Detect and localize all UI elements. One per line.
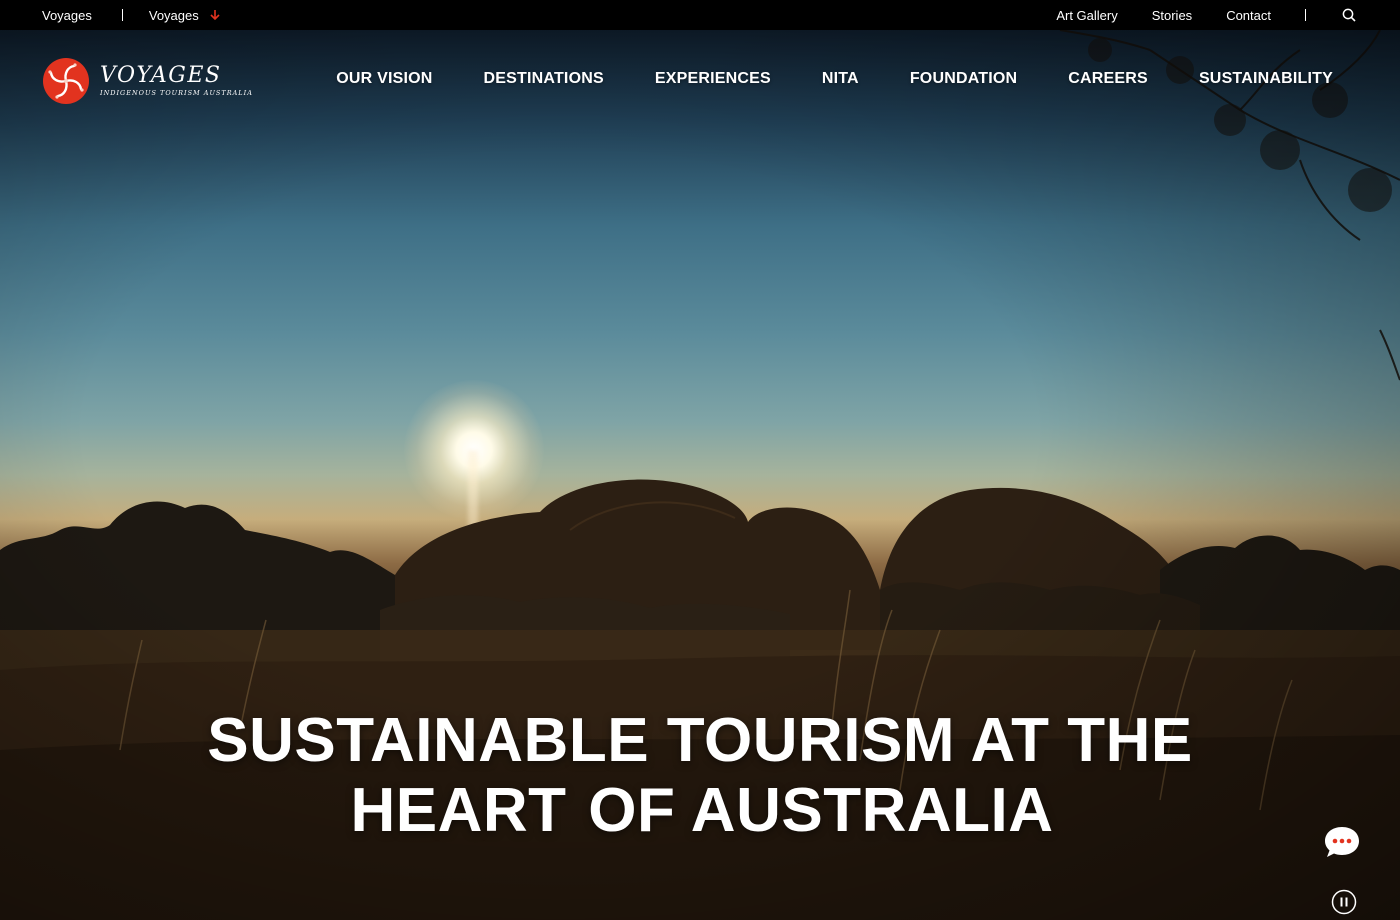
headline-line-2-rest: OF AUSTRALIA <box>588 776 1054 845</box>
headline-line-2: HEART OF AUSTRALIA <box>0 776 1400 846</box>
voyages-dropdown-label: Voyages <box>148 7 199 23</box>
brand-name: VOYAGES <box>100 63 222 88</box>
search-button[interactable] <box>1342 8 1356 22</box>
nav-nita[interactable]: NITA <box>822 70 859 88</box>
divider <box>1305 9 1306 21</box>
art-gallery-link[interactable]: Art Gallery <box>1056 8 1117 23</box>
utility-bar-left: Voyages Voyages <box>42 0 221 30</box>
logo-wordmark: VOYAGES INDIGENOUS TOURISM AUSTRALIA <box>100 63 253 98</box>
utility-bar-right: Art Gallery Stories Contact <box>1056 0 1356 30</box>
hero-headline: SUSTAINABLE TOURISM AT THE HEART OF AUST… <box>0 706 1400 846</box>
headline-line-1: SUSTAINABLE TOURISM AT THE <box>207 706 1193 775</box>
stories-link[interactable]: Stories <box>1152 8 1192 23</box>
voyages-link[interactable]: Voyages <box>42 8 92 23</box>
nav-experiences[interactable]: EXPERIENCES <box>655 70 771 88</box>
headline-highlight: HEART <box>346 776 571 846</box>
nav-destinations[interactable]: DESTINATIONS <box>484 70 604 88</box>
nav-foundation[interactable]: FOUNDATION <box>910 70 1017 88</box>
hero-section: VOYAGES INDIGENOUS TOURISM AUSTRALIA OUR… <box>0 30 1400 920</box>
search-icon <box>1342 8 1356 22</box>
arrow-down-icon <box>209 9 221 21</box>
main-navigation: OUR VISION DESTINATIONS EXPERIENCES NITA… <box>336 70 1333 88</box>
pause-icon <box>1331 889 1357 915</box>
nav-our-vision[interactable]: OUR VISION <box>336 70 432 88</box>
voyages-logo-mark <box>43 58 89 104</box>
brand-tagline: INDIGENOUS TOURISM AUSTRALIA <box>100 89 253 97</box>
nav-sustainability[interactable]: SUSTAINABILITY <box>1199 70 1333 88</box>
divider <box>121 9 123 21</box>
pause-video-button[interactable] <box>1331 889 1357 915</box>
contact-link[interactable]: Contact <box>1226 8 1271 23</box>
chat-bubble-icon <box>1325 827 1359 857</box>
utility-bar: Voyages Voyages Art Gallery Stories Cont… <box>0 0 1400 30</box>
headline-highlight-word: HEART <box>350 776 567 845</box>
nav-careers[interactable]: CAREERS <box>1068 70 1148 88</box>
chat-button[interactable] <box>1322 823 1362 863</box>
voyages-logo[interactable]: VOYAGES INDIGENOUS TOURISM AUSTRALIA <box>42 57 253 105</box>
voyages-dropdown[interactable]: Voyages <box>149 8 221 23</box>
